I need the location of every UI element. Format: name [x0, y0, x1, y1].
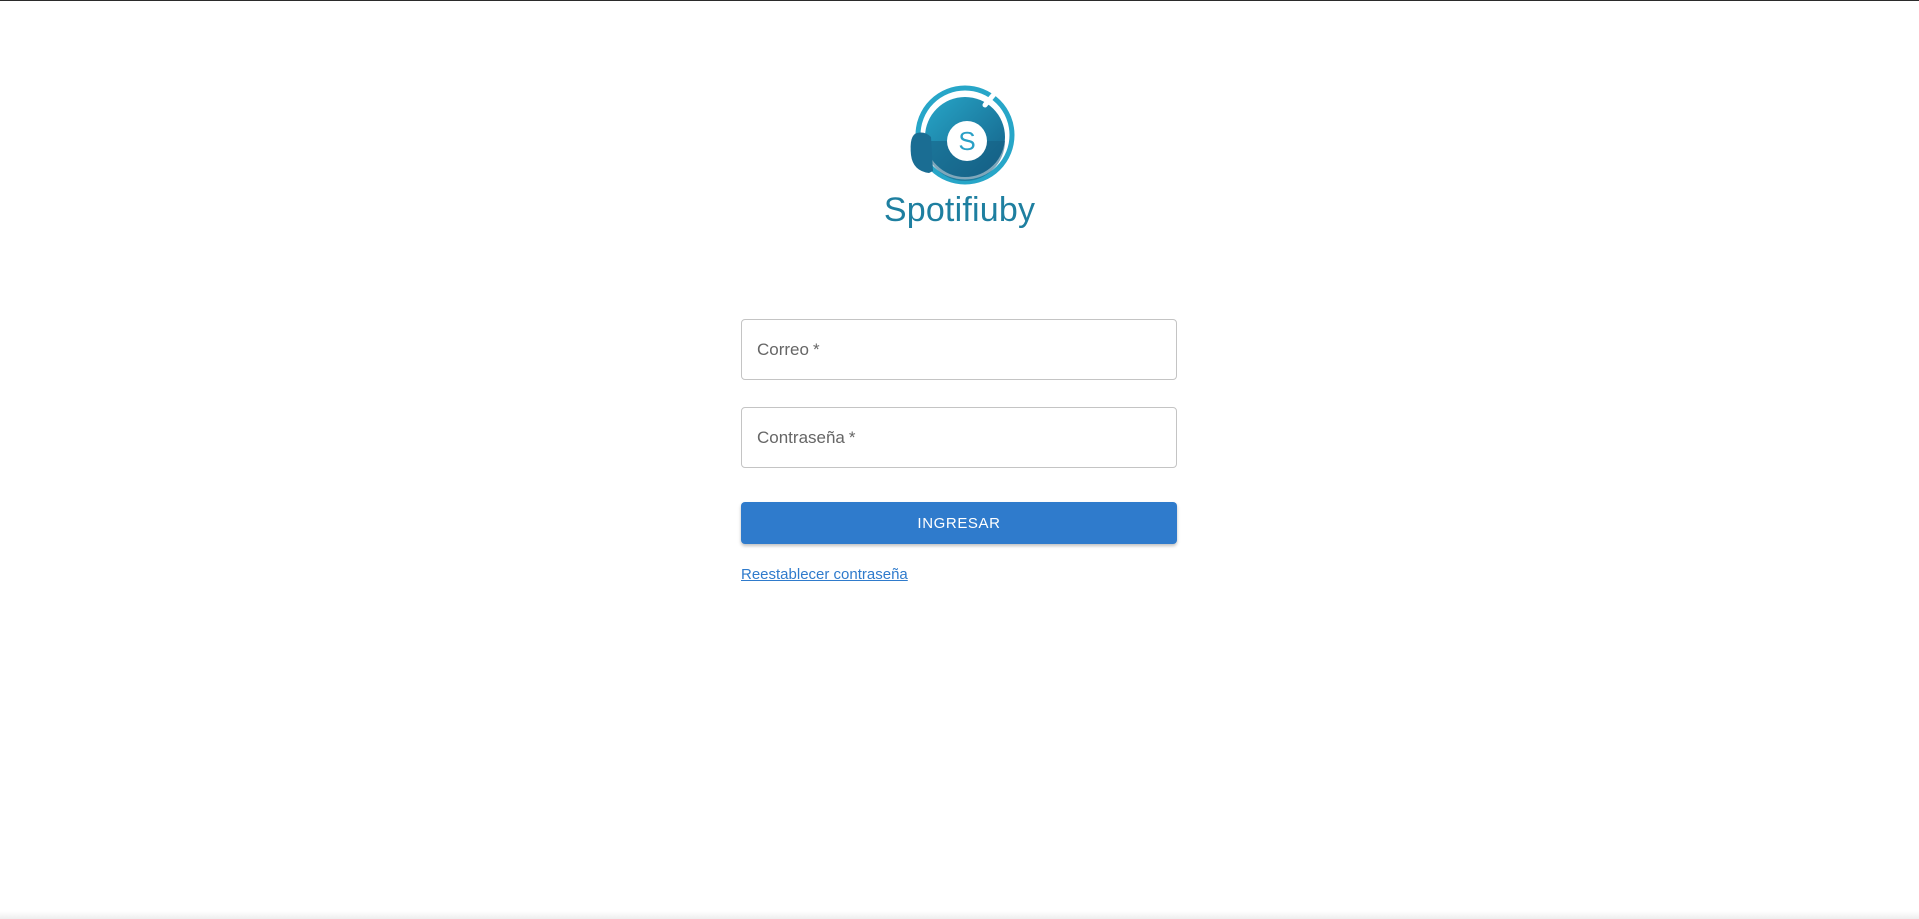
svg-text:S: S: [958, 126, 975, 156]
email-field[interactable]: Correo *: [741, 319, 1177, 380]
spotifiuby-logo-icon: S: [910, 85, 1014, 185]
brand-header: S Spotifiuby: [0, 85, 1919, 230]
login-page: S Spotifiuby Correo * Contraseña * INGRESA…: [0, 0, 1919, 919]
reset-password-link[interactable]: Reestablecer contraseña: [741, 566, 908, 583]
password-input[interactable]: [742, 408, 1176, 467]
bottom-edge: [0, 911, 1919, 919]
login-button[interactable]: INGRESAR: [741, 502, 1177, 544]
login-form: Correo * Contraseña * INGRESAR Reestablece…: [741, 319, 1177, 584]
email-input[interactable]: [742, 320, 1176, 379]
password-field[interactable]: Contraseña *: [741, 407, 1177, 468]
brand-name: Spotifiuby: [883, 191, 1036, 229]
